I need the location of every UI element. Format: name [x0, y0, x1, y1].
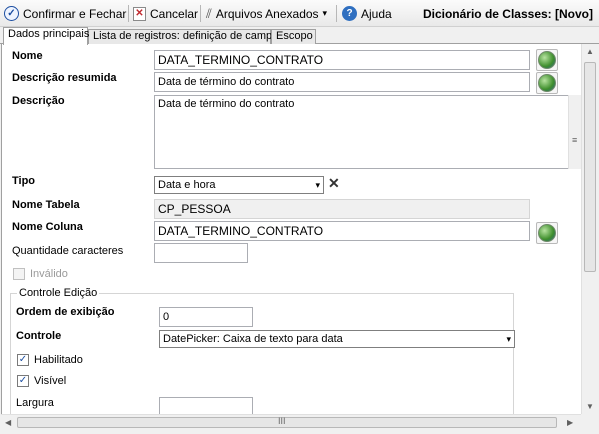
tab-lista-registros[interactable]: Lista de registros: definição de campos	[88, 29, 284, 44]
help-label: Ajuda	[361, 6, 392, 21]
clear-icon[interactable]: ✕	[328, 175, 340, 192]
descricao-textarea[interactable]: Data de término do contrato	[154, 95, 581, 169]
translate-button[interactable]	[536, 222, 558, 244]
check-icon: ✓	[4, 6, 19, 21]
nome-tabela-field: CP_PESSOA	[154, 199, 530, 219]
vertical-scroll-thumb[interactable]	[584, 62, 596, 272]
grip-icon: ≡	[572, 135, 578, 145]
visivel-checkbox[interactable]: ✓	[17, 375, 29, 387]
toolbar: ✓ Confirmar e Fechar ✕ Cancelar ⫽ Arquiv…	[0, 0, 599, 27]
scroll-right-icon[interactable]: ▶	[567, 418, 573, 427]
toolbar-separator	[336, 5, 337, 22]
tipo-select[interactable]: Data e hora ▾	[154, 176, 324, 194]
descricao-label: Descrição	[12, 95, 65, 107]
tipo-label: Tipo	[12, 175, 36, 187]
controle-label: Controle	[16, 330, 62, 342]
chevron-down-icon: ▾	[506, 334, 511, 344]
nome-label: Nome	[12, 50, 43, 62]
chevron-down-icon: ▾	[315, 180, 320, 190]
largura-field[interactable]	[159, 397, 253, 414]
cancel-button[interactable]: ✕ Cancelar	[133, 4, 198, 23]
toolbar-separator	[200, 5, 201, 22]
tab-escopo[interactable]: Escopo	[271, 29, 316, 44]
invalido-label: Inválido	[30, 268, 68, 280]
translate-button[interactable]	[536, 49, 558, 71]
habilitado-label: Habilitado	[34, 354, 83, 366]
confirm-close-label: Confirmar e Fechar	[23, 6, 127, 21]
toolbar-separator	[128, 5, 129, 22]
globe-icon	[538, 74, 556, 92]
controle-edicao-group: Controle Edição Ordem de exibição 0 Cont…	[10, 287, 515, 414]
globe-icon	[538, 224, 556, 242]
scroll-up-icon[interactable]: ▲	[586, 47, 594, 56]
controle-value: DatePicker: Caixa de texto para data	[163, 333, 343, 345]
confirm-close-button[interactable]: ✓ Confirmar e Fechar	[4, 4, 126, 23]
tab-bar: Dados principais Lista de registros: def…	[0, 27, 599, 45]
translate-button[interactable]	[536, 72, 558, 94]
largura-label: Largura	[16, 397, 54, 409]
grip-icon: III	[278, 416, 286, 426]
nome-coluna-field[interactable]: DATA_TERMINO_CONTRATO	[154, 221, 530, 241]
help-icon: ?	[342, 6, 357, 21]
invalido-checkbox	[13, 268, 25, 280]
nome-field[interactable]: DATA_TERMINO_CONTRATO	[154, 50, 530, 70]
habilitado-checkbox[interactable]: ✓	[17, 354, 29, 366]
attachments-button[interactable]: ⫽ Arquivos Anexados ▾	[206, 4, 327, 23]
ordem-label: Ordem de exibição	[16, 306, 115, 318]
quantidade-field[interactable]	[154, 243, 248, 263]
controle-select[interactable]: DatePicker: Caixa de texto para data ▾	[159, 330, 515, 348]
nome-coluna-label: Nome Coluna	[12, 221, 83, 233]
visivel-label: Visível	[34, 375, 67, 387]
textarea-scrollbar[interactable]: ≡	[568, 95, 581, 169]
nome-tabela-label: Nome Tabela	[12, 199, 80, 211]
window-title: Dicionário de Classes: [Novo]	[422, 7, 593, 21]
horizontal-scrollbar[interactable]: ◀ III ▶	[1, 414, 581, 430]
scroll-left-icon[interactable]: ◀	[5, 418, 11, 427]
globe-icon	[538, 51, 556, 69]
cancel-icon: ✕	[133, 6, 146, 21]
chevron-down-icon: ▾	[322, 8, 328, 18]
quantidade-label: Quantidade caracteres	[12, 245, 124, 257]
tipo-value: Data e hora	[158, 179, 216, 191]
cancel-label: Cancelar	[150, 6, 199, 21]
horizontal-scroll-thumb[interactable]: III	[17, 416, 557, 428]
attachments-label: Arquivos Anexados	[215, 6, 319, 21]
ordem-field[interactable]: 0	[159, 307, 253, 327]
descricao-resumida-field[interactable]: Data de término do contrato	[154, 72, 530, 92]
descricao-resumida-label: Descrição resumida	[12, 72, 117, 84]
help-button[interactable]: ? Ajuda	[342, 4, 392, 23]
group-title: Controle Edição	[17, 287, 100, 299]
scroll-down-icon[interactable]: ▼	[586, 402, 594, 411]
vertical-scrollbar[interactable]: ▲ ▼	[581, 44, 598, 414]
main-panel: Nome DATA_TERMINO_CONTRATO Descrição res…	[1, 44, 581, 414]
tab-dados-principais[interactable]: Dados principais	[3, 27, 89, 45]
paperclip-icon: ⫽	[206, 5, 212, 21]
